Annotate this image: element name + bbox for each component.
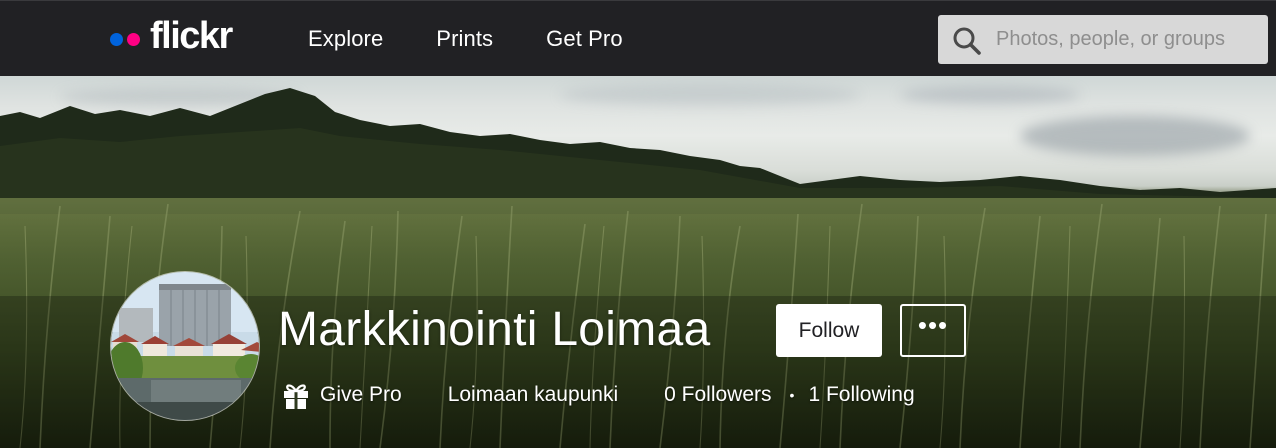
give-pro-link[interactable]: Give Pro — [282, 380, 402, 410]
nav-get-pro-link[interactable]: Get Pro — [546, 25, 623, 53]
search-box[interactable] — [938, 15, 1268, 64]
profile-avatar[interactable] — [110, 271, 260, 421]
followers-count-link[interactable]: 0 Followers — [664, 383, 771, 407]
main-nav: Explore Prints Get Pro — [308, 25, 676, 53]
meta-separator: • — [789, 387, 795, 403]
follow-button[interactable]: Follow — [776, 304, 882, 357]
search-input[interactable] — [996, 15, 1258, 64]
logo-blue-dot — [110, 32, 123, 46]
top-navigation-bar: flickr Explore Prints Get Pro — [0, 0, 1276, 76]
nav-explore-link[interactable]: Explore — [308, 25, 383, 53]
following-count-link[interactable]: 1 Following — [808, 383, 914, 407]
flickr-logo[interactable]: flickr — [110, 15, 233, 58]
logo-wordmark: flickr — [150, 15, 233, 57]
search-icon[interactable] — [952, 26, 982, 56]
logo-pink-dot — [127, 32, 140, 46]
gift-icon — [284, 384, 308, 409]
profile-name: Markkinointi Loimaa — [278, 303, 711, 356]
real-name: Loimaan kaupunki — [447, 383, 619, 406]
more-options-icon: ••• — [917, 309, 949, 340]
give-pro-label: Give Pro — [320, 383, 402, 406]
nav-prints-link[interactable]: Prints — [436, 25, 493, 53]
profile-meta: Give Pro Loimaan kaupunki 0 Followers • … — [282, 378, 915, 412]
more-options-button[interactable]: ••• — [900, 304, 966, 357]
